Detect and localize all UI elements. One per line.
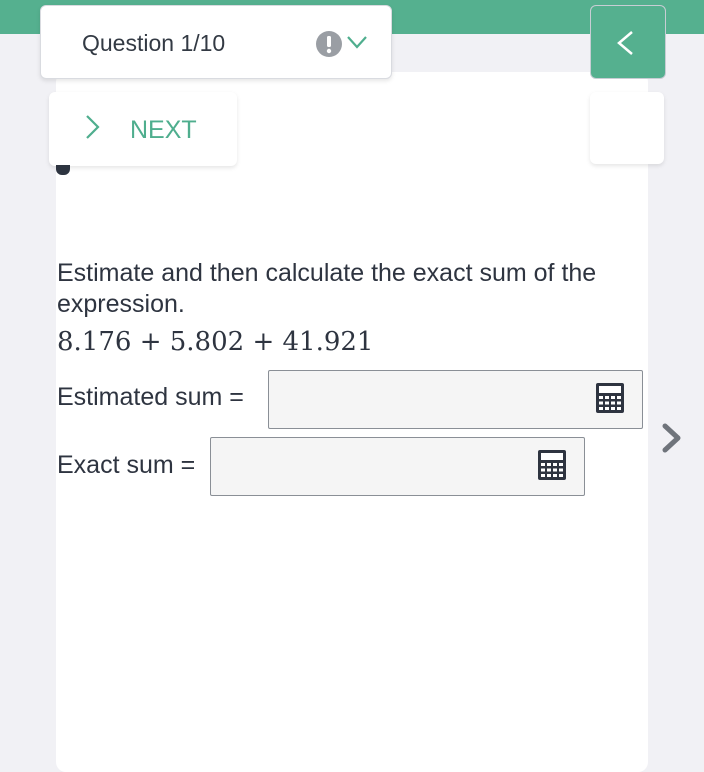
tab-indicator [56, 165, 70, 175]
exclamation-circle-icon[interactable] [315, 30, 343, 58]
question-selector[interactable]: Question 1/10 [40, 5, 392, 79]
next-label: NEXT [130, 116, 197, 144]
calculator-icon[interactable] [537, 449, 567, 481]
estimated-sum-input[interactable] [268, 370, 643, 429]
chevron-down-icon[interactable] [346, 34, 368, 50]
question-counter: Question 1/10 [82, 30, 226, 56]
estimated-sum-label: Estimated sum = [57, 383, 244, 411]
exact-sum-label: Exact sum = [57, 451, 196, 479]
side-panel-tab [590, 92, 664, 164]
math-expression: 8.176 + 5.802 + 41.921 [57, 327, 374, 357]
exact-sum-input[interactable] [210, 437, 585, 496]
chevron-right-bold-icon[interactable] [660, 422, 684, 454]
calculator-icon[interactable] [595, 382, 625, 414]
question-prompt: Estimate and then calculate the exact su… [57, 259, 597, 318]
next-button[interactable]: NEXT [49, 92, 237, 166]
chevron-right-icon [86, 115, 100, 139]
chevron-left-icon[interactable] [614, 30, 638, 56]
